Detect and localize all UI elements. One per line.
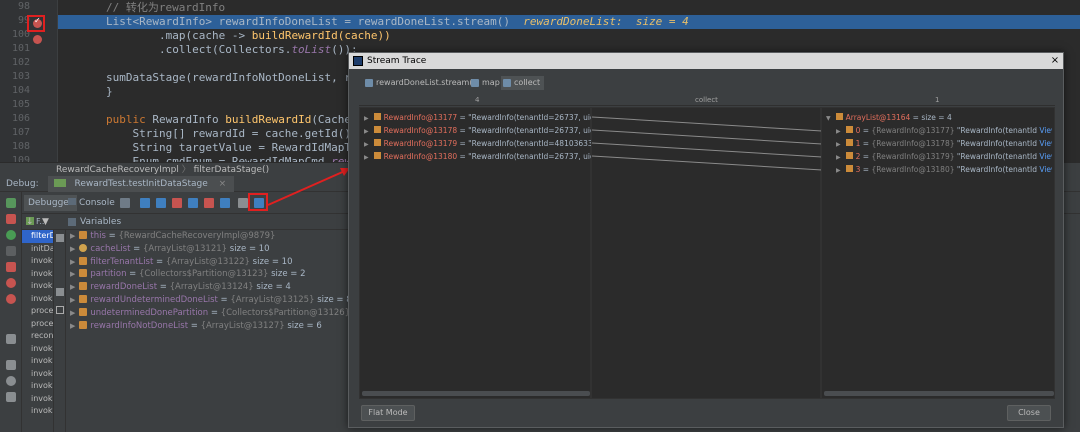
view-link[interactable]: View	[1039, 126, 1052, 135]
result-element-row[interactable]: ▶ 3 = {RewardInfo@13180} "RewardInfo(tena…	[836, 163, 1052, 176]
element-value: "RewardInfo(tenantId	[956, 152, 1037, 161]
object-icon	[373, 139, 381, 146]
operation-name: collect	[695, 96, 718, 104]
object-icon	[845, 139, 853, 146]
element-type: {RewardInfo@13177}	[871, 126, 955, 135]
element-value: "RewardInfo(tenantId	[956, 126, 1037, 135]
result-size: size = 4	[921, 113, 952, 122]
expand-arrow-icon[interactable]: ▶	[836, 141, 841, 148]
object-icon	[835, 113, 843, 120]
result-pane[interactable]: ▼ ArrayList@13164 = size = 4 ▶ 0 = {RewardI…	[821, 107, 1055, 399]
close-button[interactable]: Close	[1007, 405, 1051, 421]
result-id: ArrayList@13164	[845, 113, 911, 122]
object-id: RewardInfo@13180	[383, 152, 458, 161]
dialog-title: Stream Trace	[367, 56, 427, 66]
left-horizontal-scrollbar[interactable]	[362, 391, 590, 396]
right-count: 1	[935, 96, 940, 104]
tab-collect[interactable]: collect	[501, 76, 545, 90]
trace-input-row[interactable]: ▶ RewardInfo@13178 = "RewardInfo(tenantId…	[364, 124, 604, 137]
expand-arrow-icon[interactable]: ▶	[364, 128, 369, 135]
object-icon	[845, 152, 853, 159]
trace-input-row[interactable]: ▶ RewardInfo@13180 = "RewardInfo(tenantId…	[364, 150, 604, 163]
element-type: {RewardInfo@13179}	[871, 152, 955, 161]
flat-mode-button[interactable]: Flat Mode	[361, 405, 415, 421]
tab-map[interactable]: map	[469, 76, 504, 90]
expand-arrow-icon[interactable]: ▶	[364, 154, 369, 161]
result-element-row[interactable]: ▶ 0 = {RewardInfo@13177} "RewardInfo(tena…	[836, 124, 1052, 137]
result-element-row[interactable]: ▶ 1 = {RewardInfo@13178} "RewardInfo(tena…	[836, 137, 1052, 150]
column-headers: 4 collect 1	[359, 94, 1055, 106]
tab-stream-source[interactable]: rewardDoneList.stream()	[363, 76, 480, 90]
object-icon	[373, 126, 381, 133]
object-value: "RewardInfo(tenantId=26737, uid=;	[468, 126, 604, 135]
view-link[interactable]: View	[1039, 139, 1052, 148]
mapping-lines	[592, 116, 822, 171]
object-icon	[845, 165, 853, 172]
dialog-titlebar[interactable]: Stream Trace ×	[349, 53, 1063, 69]
trace-input-row[interactable]: ▶ RewardInfo@13179 = "RewardInfo(tenantId…	[364, 137, 605, 150]
object-icon	[373, 152, 381, 159]
input-values-pane[interactable]: ▶ RewardInfo@13177 = "RewardInfo(tenantId…	[359, 107, 605, 399]
expand-arrow-icon[interactable]: ▶	[836, 154, 841, 161]
object-icon	[373, 113, 381, 120]
intellij-icon	[353, 56, 363, 66]
expand-arrow-icon[interactable]: ▶	[364, 115, 369, 122]
expand-arrow-icon[interactable]: ▶	[364, 141, 369, 148]
trace-input-row[interactable]: ▶ RewardInfo@13177 = "RewardInfo(tenantId…	[364, 111, 604, 124]
left-count: 4	[475, 96, 480, 104]
element-value: "RewardInfo(tenantId	[956, 165, 1037, 174]
element-type: {RewardInfo@13180}	[871, 165, 955, 174]
element-type: {RewardInfo@13178}	[871, 139, 955, 148]
dialog-close-button[interactable]: ×	[1049, 55, 1061, 67]
view-link[interactable]: View	[1039, 152, 1052, 161]
expand-arrow-icon[interactable]: ▶	[836, 128, 841, 135]
view-link[interactable]: View	[1039, 165, 1052, 174]
right-horizontal-scrollbar[interactable]	[824, 391, 1054, 396]
element-value: "RewardInfo(tenantId	[956, 139, 1037, 148]
object-value: "RewardInfo(tenantId=26737, uid=;	[468, 113, 604, 122]
mapping-pane	[591, 107, 822, 399]
collapse-arrow-icon[interactable]: ▼	[826, 115, 831, 122]
object-value: "RewardInfo(tenantId=26737, uid=;	[468, 152, 604, 161]
stream-trace-dialog: Stream Trace × rewardDoneList.stream() m…	[348, 52, 1064, 428]
object-id: RewardInfo@13177	[383, 113, 458, 122]
object-value: "RewardInfo(tenantId=4810363371!	[468, 139, 606, 148]
object-id: RewardInfo@13179	[383, 139, 458, 148]
object-id: RewardInfo@13178	[383, 126, 458, 135]
expand-arrow-icon[interactable]: ▶	[836, 167, 841, 174]
result-root-row[interactable]: ▼ ArrayList@13164 = size = 4	[826, 111, 952, 124]
object-icon	[845, 126, 853, 133]
result-element-row[interactable]: ▶ 2 = {RewardInfo@13179} "RewardInfo(tena…	[836, 150, 1052, 163]
